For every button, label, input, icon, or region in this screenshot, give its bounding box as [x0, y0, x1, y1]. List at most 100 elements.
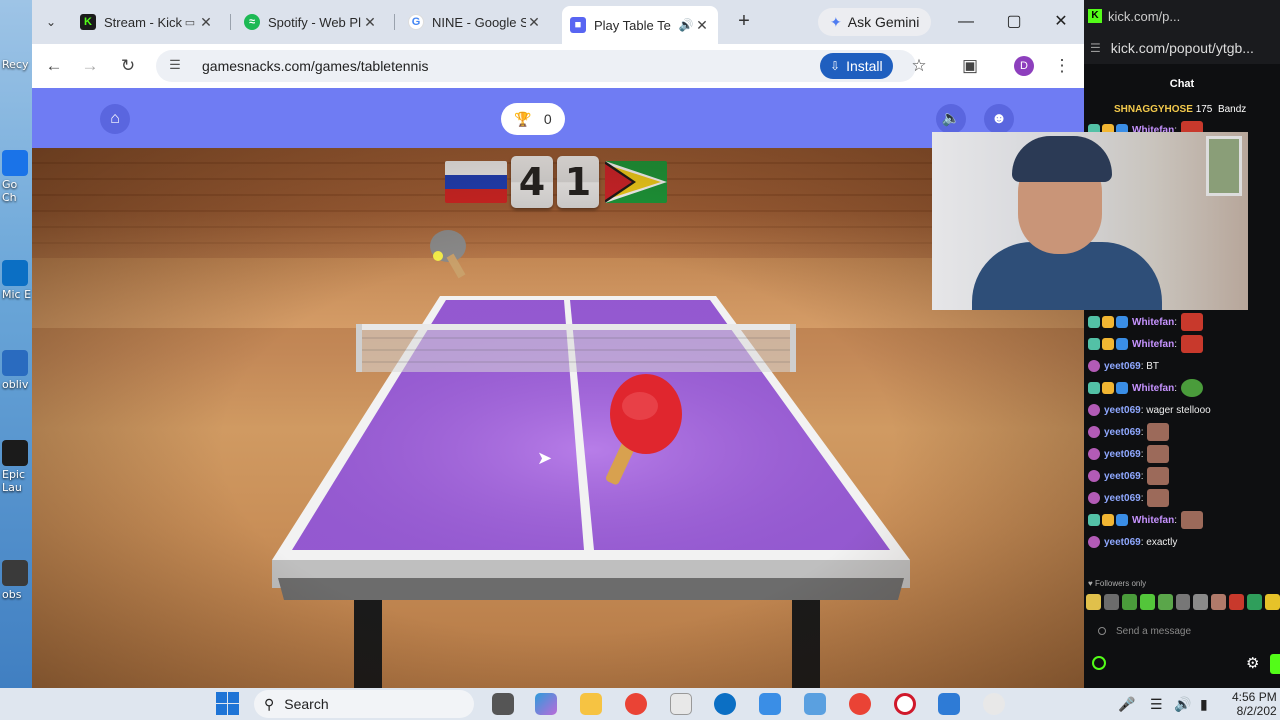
chat-username[interactable]: yeet069 [1104, 493, 1141, 504]
photos-icon[interactable] [759, 693, 781, 715]
site-info-icon[interactable]: ☰ [166, 57, 184, 75]
tab-google[interactable]: G NINE - Google S ✕ [400, 6, 550, 38]
close-icon[interactable]: ✕ [362, 14, 378, 31]
battery-icon[interactable]: ▮ [1200, 696, 1208, 713]
start-button[interactable] [216, 692, 240, 716]
desktop-icon-epic[interactable]: Epic Lau [2, 440, 32, 494]
task-view-icon[interactable] [492, 693, 514, 715]
user-badge-icon [1102, 338, 1114, 350]
chat-message-input[interactable]: Send a message [1090, 619, 1276, 643]
emote-icon[interactable] [1193, 594, 1209, 610]
app-icon[interactable] [938, 693, 960, 715]
send-button[interactable] [1270, 654, 1280, 674]
emote-bar[interactable] [1086, 594, 1280, 612]
chat-message[interactable]: Whitefan: [1088, 378, 1278, 398]
sound-toggle-button[interactable]: 🔈 [936, 104, 966, 134]
desktop-icon-chrome[interactable]: Go Ch [2, 150, 32, 204]
chat-message[interactable]: Whitefan: [1088, 334, 1278, 354]
kick-points-icon[interactable] [1092, 656, 1106, 670]
emote-icon[interactable] [1175, 594, 1191, 610]
emote-icon[interactable] [1103, 594, 1119, 610]
chat-username[interactable]: Whitefan [1132, 383, 1174, 394]
wifi-icon[interactable]: ☰ [1150, 696, 1163, 713]
tab-spotify[interactable]: ≈ Spotify - Web Pl ✕ [236, 6, 386, 38]
chat-username[interactable]: Whitefan [1132, 515, 1174, 526]
store-icon[interactable] [670, 693, 692, 715]
emote-icon[interactable] [1086, 594, 1101, 610]
chat-username[interactable]: yeet069 [1104, 449, 1141, 460]
reload-button[interactable]: ↻ [116, 54, 140, 78]
gear-icon[interactable]: ⚙ [1246, 654, 1259, 672]
emote-icon[interactable] [1211, 594, 1227, 610]
close-window-button[interactable]: ✕ [1041, 8, 1081, 36]
address-bar[interactable]: ☰ gamesnacks.com/games/tabletennis [156, 50, 916, 82]
volume-icon[interactable]: 🔊 [1174, 696, 1191, 713]
chat-message[interactable]: yeet069: BT [1088, 356, 1278, 376]
chat-message[interactable]: yeet069: [1088, 422, 1278, 442]
chat-window-url-bar[interactable]: ☰ kick.com/popout/ytgb... [1084, 32, 1280, 64]
chat-message[interactable]: Whitefan: [1088, 312, 1278, 332]
tab-table-tennis[interactable]: ■ Play Table Te 🔊 ✕ [562, 6, 718, 44]
emote-icon[interactable] [1157, 594, 1173, 610]
taskbar-search[interactable]: ⚲ Search [254, 690, 474, 718]
emote-icon[interactable] [1247, 594, 1263, 610]
chat-message[interactable]: yeet069: [1088, 466, 1278, 486]
chat-username[interactable]: Whitefan [1132, 339, 1174, 350]
more-vertical-icon: ⋮ [1053, 56, 1071, 75]
chat-message[interactable]: yeet069: [1088, 488, 1278, 508]
minimize-button[interactable]: — [946, 8, 986, 36]
emote-icon[interactable] [1121, 594, 1137, 610]
gemini-icon: ✦ [830, 13, 842, 30]
emote-icon[interactable] [1229, 594, 1245, 610]
edge-icon[interactable] [714, 693, 736, 715]
copilot-icon[interactable] [535, 693, 557, 715]
extensions-button[interactable]: ▣ [958, 54, 982, 78]
chat-username[interactable]: Whitefan [1132, 317, 1174, 328]
desktop-icon-recycle-bin[interactable]: Recy [2, 58, 32, 71]
ask-gemini-button[interactable]: ✦ Ask Gemini [818, 8, 932, 36]
bookmark-star-button[interactable]: ☆ [907, 54, 931, 78]
chat-message[interactable]: yeet069: wager stellooo [1088, 400, 1278, 420]
desktop-icon-obs[interactable]: obs [2, 560, 32, 601]
emote-icon[interactable] [1139, 594, 1155, 610]
emote-icon[interactable] [1265, 594, 1280, 610]
close-icon[interactable]: ✕ [198, 14, 214, 31]
taskbar-clock[interactable]: 4:56 PM 8/2/202 [1232, 690, 1277, 718]
back-button[interactable]: ← [42, 54, 66, 78]
chrome-icon[interactable] [625, 693, 647, 715]
close-icon[interactable]: ✕ [526, 14, 542, 31]
chat-username[interactable]: yeet069 [1104, 427, 1141, 438]
chat-username[interactable]: yeet069 [1104, 361, 1141, 372]
chat-message[interactable]: yeet069: [1088, 444, 1278, 464]
desktop-icon-edge[interactable]: Mic E [2, 260, 32, 301]
site-info-icon[interactable]: ☰ [1090, 41, 1101, 55]
chat-username[interactable]: yeet069 [1104, 405, 1141, 416]
chrome-profile-icon[interactable] [849, 693, 871, 715]
desktop-icon-oblivion[interactable]: obliv [2, 350, 32, 391]
forward-button[interactable]: → [78, 54, 102, 78]
user-badge-icon [1088, 360, 1100, 372]
tab-search-dropdown[interactable]: ⌄ [40, 9, 62, 35]
emoji-icon[interactable] [1098, 627, 1106, 635]
microphone-icon[interactable]: 🎤 [1118, 696, 1135, 713]
game-home-button[interactable]: ⌂ [100, 104, 130, 134]
profile-avatar[interactable]: D [1014, 56, 1034, 76]
opera-icon[interactable] [894, 693, 916, 715]
tab-kick-stream[interactable]: K Stream - Kick ▭ ✕ [72, 6, 222, 38]
browser-menu-button[interactable]: ⋮ [1050, 54, 1074, 78]
app-icon[interactable] [983, 693, 1005, 715]
maximize-button[interactable]: ▢ [994, 8, 1034, 36]
new-tab-button[interactable]: + [732, 10, 756, 34]
game-viewport[interactable]: ⌂ 🏆 0 🔈 ☻ ➤ [32, 88, 1084, 688]
chat-message[interactable]: yeet069: exactly [1088, 532, 1278, 552]
chat-username[interactable]: yeet069 [1104, 537, 1141, 548]
app-icon[interactable] [804, 693, 826, 715]
install-button[interactable]: ⇩ Install [820, 53, 893, 79]
file-explorer-icon[interactable] [580, 693, 602, 715]
game-scene[interactable]: 4 1 ➤ [32, 148, 1084, 688]
speaker-icon[interactable]: 🔊 [678, 18, 694, 32]
chat-message[interactable]: Whitefan: [1088, 510, 1278, 530]
close-icon[interactable]: ✕ [694, 17, 710, 34]
chat-username[interactable]: yeet069 [1104, 471, 1141, 482]
account-button[interactable]: ☻ [984, 104, 1014, 134]
